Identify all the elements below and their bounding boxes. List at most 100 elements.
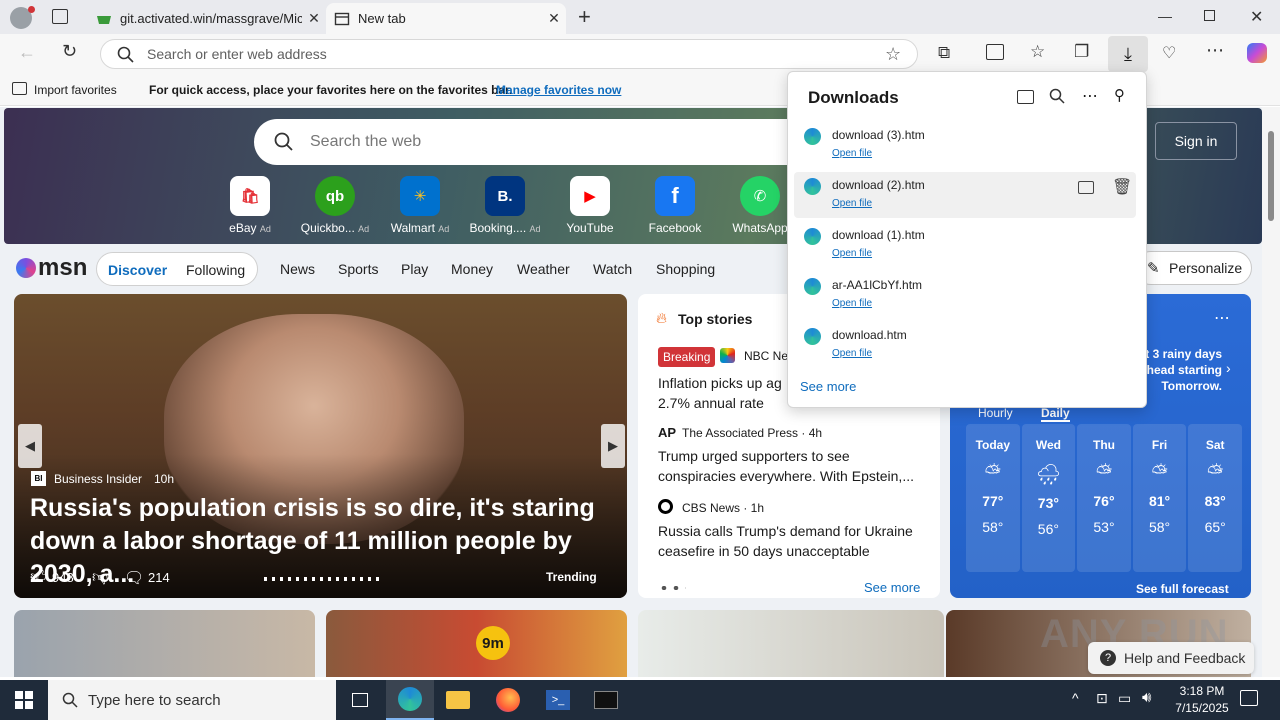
comment-icon[interactable]: 🗨︎ — [124, 568, 144, 588]
clock-time[interactable]: 3:18 PM — [1174, 684, 1230, 698]
downloads-see-more-link[interactable]: See more — [800, 379, 856, 394]
nav-play[interactable]: Play — [401, 261, 428, 277]
copilot-icon[interactable] — [1247, 43, 1267, 63]
nav-money[interactable]: Money — [451, 261, 493, 277]
new-tab-button[interactable]: + — [578, 4, 591, 30]
file-explorer-icon[interactable] — [434, 680, 482, 720]
show-in-folder-icon[interactable] — [1078, 181, 1094, 194]
manage-favorites-link[interactable]: Manage favorites now — [496, 83, 621, 97]
story-thumbnail[interactable] — [638, 610, 944, 677]
terminal-icon[interactable] — [582, 680, 630, 720]
story-headline[interactable]: Russia calls Trump's demand for Ukraine … — [658, 521, 928, 561]
refresh-button[interactable]: ↻ — [62, 41, 77, 62]
quicklink-walmart[interactable]: ✳ Walmart Ad — [380, 176, 460, 235]
volume-icon[interactable]: 🔊︎ — [1142, 689, 1151, 706]
nav-shopping[interactable]: Shopping — [656, 261, 715, 277]
download-item[interactable]: download (1).htm Open file — [794, 222, 1136, 268]
tab-discover[interactable]: Discover — [108, 262, 167, 278]
downloads-button[interactable]: ⤓ — [1108, 36, 1148, 72]
address-bar[interactable]: Search or enter web address ☆ — [100, 39, 918, 69]
show-hidden-icons[interactable]: ^ — [1072, 690, 1079, 706]
open-file-link[interactable]: Open file — [832, 298, 872, 309]
story-headline[interactable]: Inflation picks up ag 2.7% annual rate — [658, 373, 798, 413]
restore-button[interactable] — [1204, 10, 1215, 21]
import-favorites-link[interactable]: Import favorites — [34, 83, 117, 97]
more-options-icon[interactable]: ⋯ — [1082, 86, 1098, 106]
forecast-day[interactable]: Thu ⛅︎ 76° 53° — [1077, 424, 1131, 572]
task-view-icon[interactable] — [336, 680, 384, 720]
back-button[interactable]: ← — [18, 42, 36, 63]
forecast-day[interactable]: Today ⛅︎ 77° 58° — [966, 424, 1020, 572]
powershell-icon[interactable]: >_ — [534, 680, 582, 720]
nav-watch[interactable]: Watch — [593, 261, 632, 277]
web-search-box[interactable]: Search the web — [254, 119, 814, 165]
personalize-button[interactable]: ✎ Personalize — [1134, 251, 1252, 285]
nav-sports[interactable]: Sports — [338, 261, 378, 277]
download-item[interactable]: download.htm Open file — [794, 322, 1136, 368]
tab-new-tab[interactable]: New tab ✕ — [326, 3, 566, 34]
forecast-day[interactable]: Sat ⛅︎ 83° 65° — [1188, 424, 1242, 572]
carousel-prev-button[interactable]: ◀ — [18, 424, 42, 468]
quicklink-youtube[interactable]: ▶ YouTube — [550, 176, 630, 235]
start-button[interactable] — [0, 680, 48, 720]
quicklink-quickbooks[interactable]: qb Quickbo... Ad — [295, 176, 375, 235]
tab-actions-icon[interactable] — [52, 9, 68, 24]
network-icon[interactable]: ⊡ — [1096, 690, 1108, 707]
open-file-link[interactable]: Open file — [832, 198, 872, 209]
close-tab-icon[interactable]: ✕ — [542, 10, 566, 27]
hourly-toggle[interactable]: Hourly — [978, 406, 1013, 420]
quicklink-facebook[interactable]: f Facebook — [635, 176, 715, 235]
nav-weather[interactable]: Weather — [517, 261, 570, 277]
help-feedback-button[interactable]: ? Help and Feedback — [1088, 642, 1254, 674]
nav-news[interactable]: News — [280, 261, 315, 277]
download-item[interactable]: ar-AA1lCbYf.htm Open file — [794, 272, 1136, 318]
like-icon[interactable]: 👍︎ — [30, 568, 47, 587]
close-window-button[interactable]: ✕ — [1250, 7, 1263, 27]
forecast-day[interactable]: Fri ⛅︎ 81° 58° — [1132, 424, 1187, 572]
minimize-button[interactable]: — — [1158, 8, 1172, 24]
sign-in-button[interactable]: Sign in — [1155, 122, 1237, 160]
dislike-icon[interactable]: 👎︎ — [92, 568, 108, 587]
search-downloads-icon[interactable] — [1049, 88, 1065, 104]
open-file-link[interactable]: Open file — [832, 148, 872, 159]
quicklink-ebay[interactable]: 🛍 eBay Ad — [210, 176, 290, 235]
split-screen-icon[interactable] — [986, 44, 1004, 60]
favorites-icon[interactable]: ☆ — [1030, 42, 1045, 62]
firefox-icon[interactable] — [484, 680, 532, 720]
pager-dots[interactable] — [658, 586, 686, 590]
favorite-star-icon[interactable]: ☆ — [885, 44, 901, 65]
carousel-dots[interactable] — [264, 577, 380, 581]
chevron-right-icon[interactable]: › — [1226, 360, 1231, 376]
carousel-next-button[interactable]: ▶ — [601, 424, 625, 468]
open-file-link[interactable]: Open file — [832, 248, 872, 259]
forecast-day[interactable]: Wed 🌧︎ 73° 56° — [1021, 424, 1076, 572]
pin-icon[interactable]: ⚲ — [1114, 86, 1125, 104]
settings-more-icon[interactable]: ⋯ — [1206, 40, 1224, 61]
page-scrollbar[interactable] — [1262, 107, 1280, 677]
quicklink-booking[interactable]: B. Booking.... Ad — [465, 176, 545, 235]
weather-more-icon[interactable]: ⋯ — [1214, 308, 1230, 328]
story-thumbnail[interactable]: 9m — [326, 610, 627, 677]
collections-icon[interactable]: ❐ — [1074, 42, 1089, 62]
msn-logo[interactable]: msn — [16, 254, 87, 282]
featured-story-card[interactable]: ◀ ▶ BI Business Insider 10h Russia's pop… — [14, 294, 627, 598]
open-downloads-folder-icon[interactable] — [1017, 90, 1034, 104]
open-file-link[interactable]: Open file — [832, 348, 872, 359]
delete-icon[interactable]: 🗑︎ — [1112, 177, 1132, 197]
browser-essentials-icon[interactable]: ♡ — [1162, 43, 1176, 63]
edge-taskbar-icon[interactable] — [386, 680, 434, 720]
download-item[interactable]: download (2).htm Open file 🗑︎ — [794, 172, 1136, 218]
close-tab-icon[interactable]: ✕ — [302, 10, 326, 27]
story-headline[interactable]: Trump urged supporters to see conspiraci… — [658, 446, 928, 486]
see-full-forecast-link[interactable]: See full forecast — [1136, 582, 1229, 596]
daily-toggle[interactable]: Daily — [1041, 406, 1070, 422]
story-thumbnail[interactable] — [14, 610, 315, 677]
scrollbar-thumb[interactable] — [1268, 131, 1274, 221]
see-more-link[interactable]: See more — [864, 580, 920, 595]
notifications-icon[interactable] — [1240, 690, 1258, 706]
download-item[interactable]: download (3).htm Open file — [794, 122, 1136, 168]
tab-massgrave[interactable]: git.activated.win/massgrave/Micr ✕ — [86, 3, 326, 34]
extensions-icon[interactable]: ⧉ — [938, 43, 950, 63]
tab-following[interactable]: Following — [186, 262, 245, 278]
taskbar-search[interactable]: Type here to search — [48, 680, 336, 720]
